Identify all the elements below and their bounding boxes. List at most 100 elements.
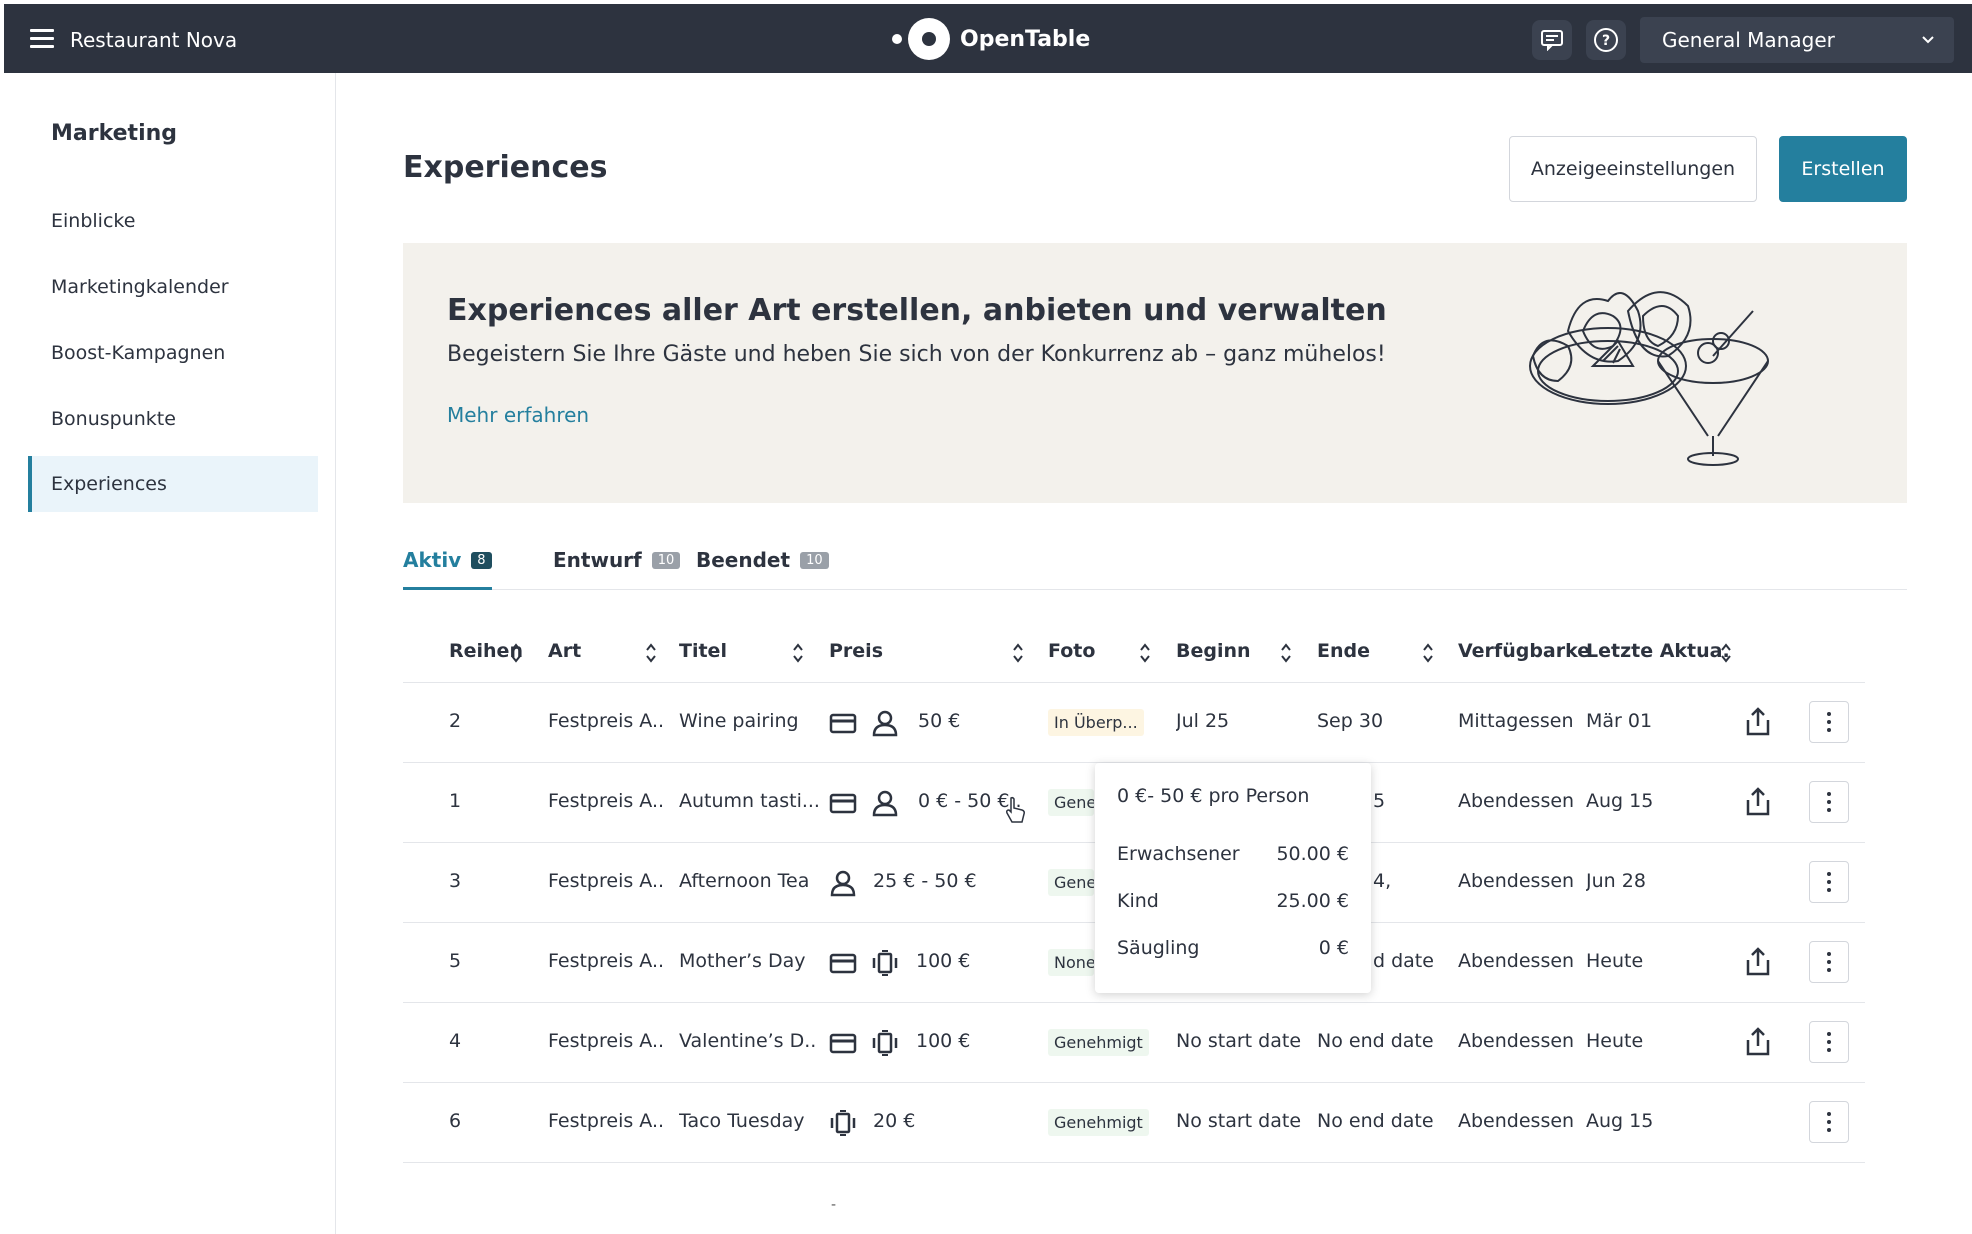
tab-count: 10	[651, 552, 681, 569]
menu-icon[interactable]	[30, 29, 54, 49]
cell-availability: Abendessen	[1458, 1030, 1575, 1052]
sort-icon[interactable]	[1279, 640, 1293, 666]
cell-updated: Jun 28	[1586, 870, 1646, 892]
sort-icon[interactable]	[1138, 640, 1152, 666]
tooltip-value-adult: 50.00 €	[1276, 843, 1349, 865]
logo-dot	[892, 34, 902, 44]
card-icon	[829, 953, 857, 974]
tab-aktiv[interactable]: Aktiv 8	[403, 548, 492, 590]
cell-order: 6	[449, 1110, 462, 1132]
cell-price: 100 €	[916, 1030, 971, 1052]
cell-title: Valentine’s D..	[679, 1030, 817, 1052]
column-header-letzte-aktualisierung[interactable]: Letzte Aktua.	[1586, 640, 1730, 662]
photo-status-badge: In Überp...	[1048, 709, 1144, 736]
share-icon[interactable]	[1743, 786, 1773, 818]
display-settings-button[interactable]: Anzeigeeinstellungen	[1509, 136, 1757, 202]
column-header-foto[interactable]: Foto	[1048, 640, 1095, 662]
table-icon	[830, 1110, 856, 1136]
more-options-icon[interactable]	[1809, 781, 1849, 823]
share-icon[interactable]	[1743, 1026, 1773, 1058]
cell-end: No end date	[1317, 1110, 1434, 1132]
cell-title: Autumn tasti...	[679, 790, 819, 812]
cell-updated: Mär 01	[1586, 710, 1653, 732]
sidebar-item-experiences[interactable]: Experiences	[28, 456, 318, 512]
cell-title: Mother’s Day	[679, 950, 806, 972]
table-row[interactable]: 6 Festpreis A.. Taco Tuesday 20 € Genehm…	[403, 1083, 1865, 1163]
top-bar: Restaurant Nova OpenTable ? General Mana…	[4, 4, 1972, 73]
sidebar-item-marketingkalender[interactable]: Marketingkalender	[28, 259, 318, 315]
sort-icon[interactable]	[1011, 640, 1025, 666]
oysters-cocktail-illustration	[1529, 291, 1769, 466]
sort-icon[interactable]	[509, 640, 523, 666]
cell-end: d date	[1373, 950, 1434, 972]
tooltip-label-infant: Säugling	[1117, 937, 1200, 959]
sort-icon[interactable]	[791, 640, 805, 666]
table-header: Reihen Art Titel Preis Foto Beginn Ende …	[403, 626, 1865, 683]
photo-status-badge: Gene	[1048, 869, 1094, 896]
more-options-icon[interactable]	[1809, 1101, 1849, 1143]
photo-status-badge: Genehmigt	[1048, 1029, 1149, 1056]
photo-status-badge: None	[1048, 949, 1094, 976]
column-header-titel[interactable]: Titel	[679, 640, 727, 662]
sort-icon[interactable]	[1719, 640, 1733, 666]
more-options-icon[interactable]	[1809, 861, 1849, 903]
scroll-hint-mark: -	[831, 1197, 837, 1213]
learn-more-link[interactable]: Mehr erfahren	[447, 403, 589, 427]
status-tabs: Aktiv 8 Entwurf 10 Beendet 10	[403, 540, 1907, 590]
tab-entwurf[interactable]: Entwurf 10	[553, 548, 681, 590]
share-icon[interactable]	[1743, 706, 1773, 738]
cell-price: 20 €	[873, 1110, 916, 1132]
create-button[interactable]: Erstellen	[1779, 136, 1907, 202]
more-options-icon[interactable]	[1809, 701, 1849, 743]
cell-order: 2	[449, 710, 462, 732]
column-header-verfuegbarkeit[interactable]: Verfügbarke	[1458, 640, 1590, 662]
price-tooltip: 0 €- 50 € pro Person Erwachsener 50.00 €…	[1095, 763, 1371, 993]
tooltip-label-adult: Erwachsener	[1117, 843, 1240, 865]
cell-end: 5	[1373, 790, 1386, 812]
tab-label: Entwurf	[553, 548, 642, 572]
card-icon	[829, 793, 857, 814]
cell-updated: Aug 15	[1586, 1110, 1654, 1132]
help-icon[interactable]: ?	[1586, 20, 1626, 60]
person-icon	[830, 870, 856, 897]
cell-title: Afternoon Tea	[679, 870, 810, 892]
table-row[interactable]: 4 Festpreis A.. Valentine’s D.. 100 € Ge…	[403, 1003, 1865, 1083]
cell-type: Festpreis A..	[548, 1110, 665, 1132]
more-options-icon[interactable]	[1809, 1021, 1849, 1063]
cell-availability: Abendessen	[1458, 1110, 1575, 1132]
sort-icon[interactable]	[1421, 640, 1435, 666]
more-options-icon[interactable]	[1809, 941, 1849, 983]
sidebar-item-einblicke[interactable]: Einblicke	[28, 193, 318, 249]
share-icon[interactable]	[1743, 946, 1773, 978]
chat-icon[interactable]	[1532, 20, 1572, 60]
column-header-ende[interactable]: Ende	[1317, 640, 1370, 662]
cell-updated: Aug 15	[1586, 790, 1654, 812]
sidebar-item-boost-kampagnen[interactable]: Boost-Kampagnen	[28, 325, 318, 381]
sort-icon[interactable]	[644, 640, 658, 666]
tab-count: 10	[800, 552, 829, 569]
column-header-beginn[interactable]: Beginn	[1176, 640, 1251, 662]
cell-updated: Heute	[1586, 950, 1644, 972]
sidebar: Marketing Einblicke Marketingkalender Bo…	[4, 73, 336, 1234]
tab-label: Aktiv	[403, 548, 462, 572]
cell-title: Taco Tuesday	[679, 1110, 805, 1132]
restaurant-name: Restaurant Nova	[70, 28, 238, 52]
person-icon	[872, 790, 898, 817]
sidebar-item-bonuspunkte[interactable]: Bonuspunkte	[28, 391, 318, 447]
banner-subtitle: Begeistern Sie Ihre Gäste und heben Sie …	[447, 342, 1386, 367]
column-header-art[interactable]: Art	[548, 640, 581, 662]
tab-beendet[interactable]: Beendet 10	[696, 548, 829, 590]
table-icon	[872, 950, 898, 976]
tooltip-label-child: Kind	[1117, 890, 1159, 912]
role-label: General Manager	[1662, 28, 1835, 52]
table-row[interactable]: 2 Festpreis A.. Wine pairing 50 € In Übe…	[403, 683, 1865, 763]
table-icon	[872, 1030, 898, 1056]
pointer-cursor-icon	[1006, 796, 1025, 823]
promo-banner: Experiences aller Art erstellen, anbiete…	[403, 243, 1907, 503]
cell-end: Sep 30	[1317, 710, 1384, 732]
tooltip-header: 0 €- 50 € pro Person	[1117, 785, 1310, 807]
opentable-logo[interactable]: OpenTable	[892, 17, 1090, 61]
cell-price: 50 €	[918, 710, 961, 732]
role-select[interactable]: General Manager	[1640, 17, 1954, 63]
column-header-preis[interactable]: Preis	[829, 640, 883, 662]
